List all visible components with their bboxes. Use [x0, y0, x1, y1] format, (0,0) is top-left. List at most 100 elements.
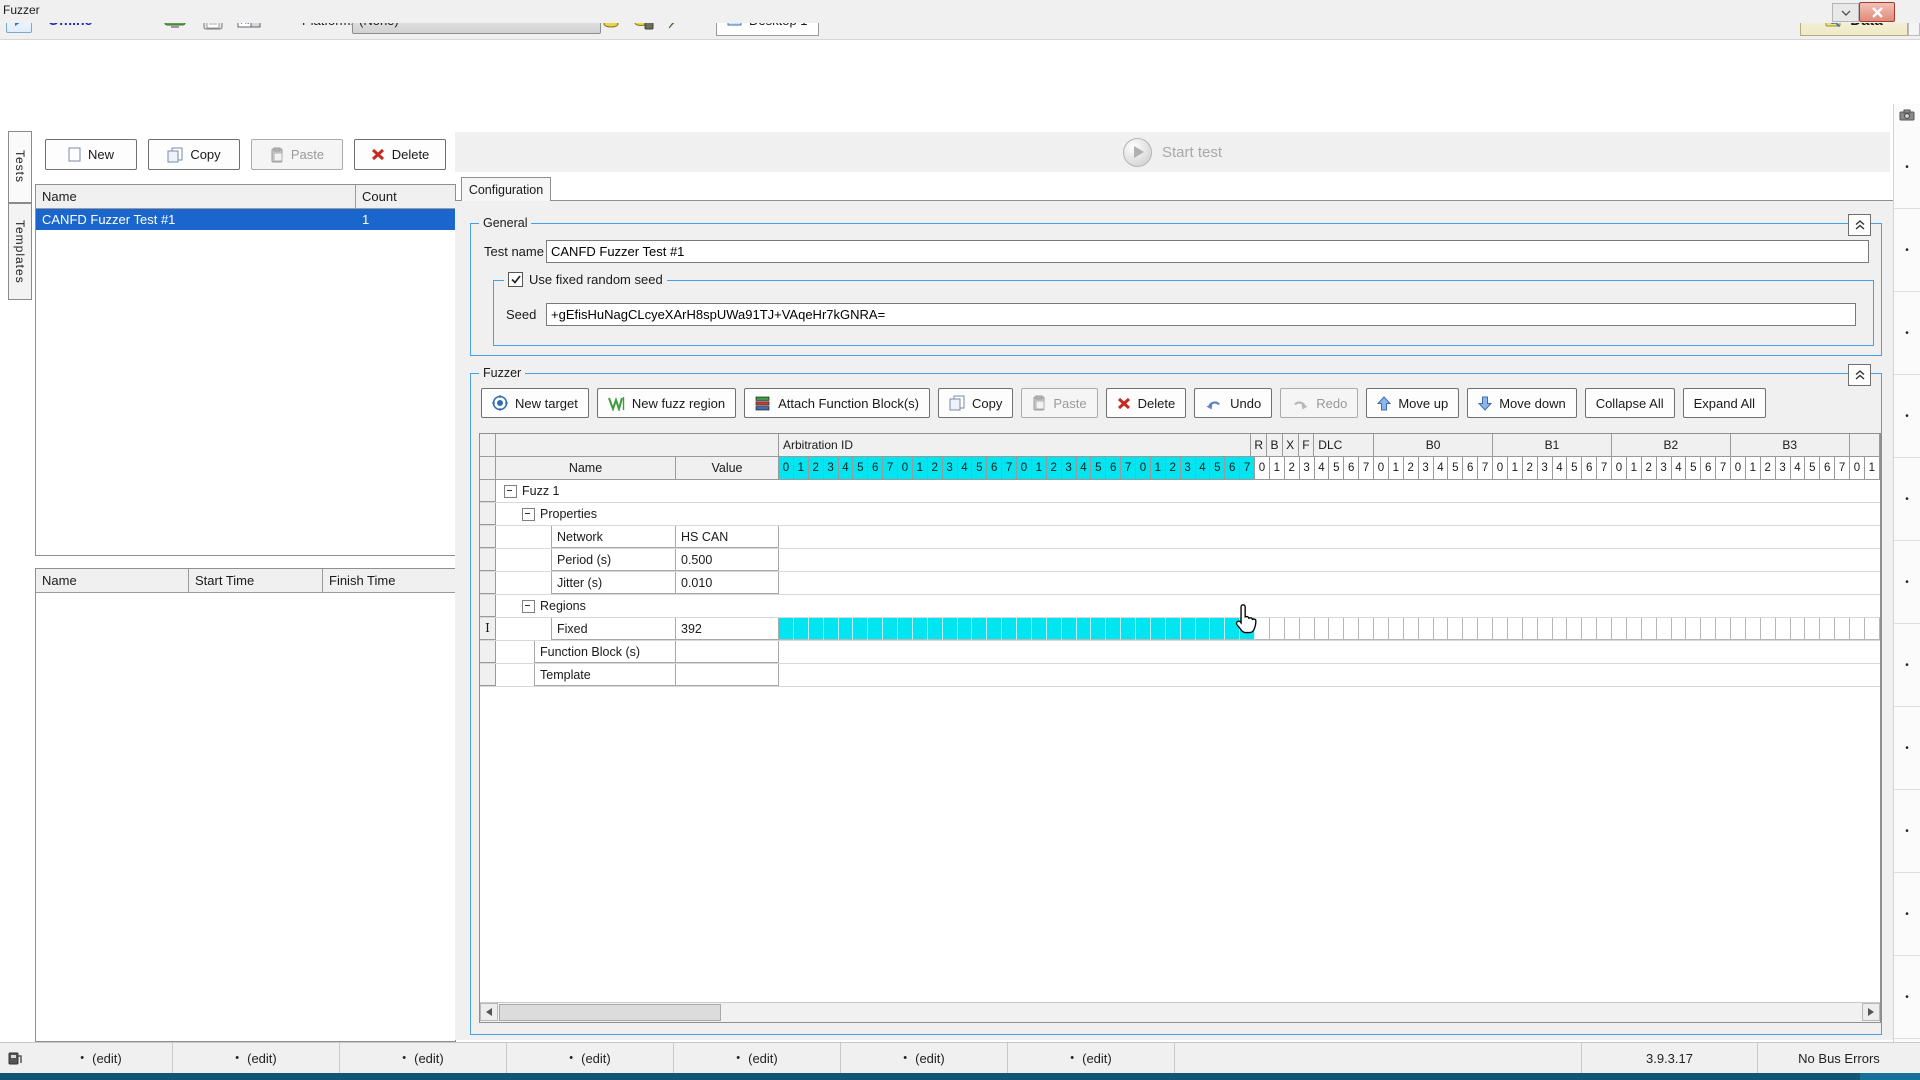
dock-strip-slot[interactable]: • — [1894, 292, 1920, 375]
bit-header-cell[interactable]: 6 — [1106, 457, 1121, 480]
fuzz-bit-cell[interactable] — [1865, 618, 1880, 640]
tree-row-template[interactable]: Template — [480, 664, 1880, 687]
bit-header-cell[interactable]: 2 — [1166, 457, 1181, 480]
bit-header-cell[interactable]: 2 — [928, 457, 943, 480]
fuzz-bit-cell-selected[interactable] — [1077, 618, 1092, 640]
start-test-button[interactable]: Start test — [455, 132, 1890, 172]
bit-header-cell[interactable]: 6 — [1820, 457, 1835, 480]
fuzz-bit-cell-selected[interactable] — [898, 618, 913, 640]
expand-all-button[interactable]: Expand All — [1683, 388, 1766, 418]
bit-header-cell[interactable]: 2 — [1047, 457, 1062, 480]
bit-header-cell[interactable]: 7 — [1597, 457, 1612, 480]
bit-group-header-b3[interactable]: B3 — [1731, 434, 1850, 457]
fuzz-bit-cell-selected[interactable] — [1017, 618, 1032, 640]
fuzz-bit-cell-selected[interactable] — [1047, 618, 1062, 640]
fuzz-bit-cell[interactable] — [1791, 618, 1806, 640]
bit-header-cell[interactable]: 1 — [1032, 457, 1047, 480]
status-edit-cell[interactable]: •(edit) — [30, 1043, 173, 1073]
fuzz-bit-cell[interactable] — [1448, 618, 1463, 640]
bit-header-cell[interactable]: 5 — [1329, 457, 1344, 480]
fuzz-bit-cell-selected[interactable] — [1151, 618, 1166, 640]
bit-header-cell[interactable]: 6 — [1344, 457, 1359, 480]
dock-strip-slot[interactable]: • — [1894, 707, 1920, 790]
fuzz-bit-cell-selected[interactable] — [928, 618, 943, 640]
move-up-button[interactable]: Move up — [1366, 388, 1459, 418]
bit-header-cell[interactable]: 5 — [972, 457, 987, 480]
fuzz-bit-cell[interactable] — [1300, 618, 1315, 640]
bit-header-cell[interactable]: 0 — [1136, 457, 1151, 480]
bit-header-cell[interactable]: 4 — [1196, 457, 1211, 480]
collapse-general-icon[interactable] — [1848, 214, 1871, 236]
bit-header-cell[interactable]: 4 — [1434, 457, 1449, 480]
new-fuzz-region-button[interactable]: New fuzz region — [597, 388, 736, 418]
status-edit-cell[interactable]: •(edit) — [507, 1043, 674, 1073]
bit-header-cell[interactable]: 3 — [1181, 457, 1196, 480]
bit-header-cell[interactable]: 3 — [1538, 457, 1553, 480]
tree-row-period-s[interactable]: Period (s)0.500 — [480, 549, 1880, 572]
fuzz-bit-cell[interactable] — [1538, 618, 1553, 640]
fuzz-bit-cell[interactable] — [1701, 618, 1716, 640]
seed-input[interactable] — [546, 303, 1856, 326]
status-edit-cell[interactable]: •(edit) — [340, 1043, 507, 1073]
bit-header-cell[interactable]: 7 — [883, 457, 898, 480]
bit-group-header-r[interactable]: R — [1251, 434, 1267, 457]
tree-row-fixed[interactable]: IFixed392 — [480, 618, 1880, 641]
bit-header-cell[interactable]: 5 — [1210, 457, 1225, 480]
bit-header-cell[interactable]: 5 — [1448, 457, 1463, 480]
dock-strip-slot[interactable]: • — [1894, 873, 1920, 956]
fuzz-bit-cell[interactable] — [1463, 618, 1478, 640]
move-down-button[interactable]: Move down — [1467, 388, 1576, 418]
fuzz-bit-cell[interactable] — [1434, 618, 1449, 640]
tests-col-name[interactable]: Name — [36, 185, 356, 209]
fuzz-bit-cell-selected[interactable] — [824, 618, 839, 640]
fuzz-bit-cell[interactable] — [1493, 618, 1508, 640]
prop-value-period-s[interactable]: 0.500 — [676, 549, 779, 571]
fuzz-bit-cell[interactable] — [1716, 618, 1731, 640]
new-button[interactable]: New — [45, 139, 137, 170]
bit-header-cell[interactable]: 1 — [794, 457, 809, 480]
paste-button[interactable]: Paste — [1021, 388, 1097, 418]
dock-strip-slot[interactable]: • — [1894, 375, 1920, 458]
fuzz-bit-cell[interactable] — [1686, 618, 1701, 640]
bit-header-cell[interactable]: 0 — [1612, 457, 1627, 480]
fuzz-bit-cell[interactable] — [1612, 618, 1627, 640]
fuzz-bit-cell[interactable] — [1523, 618, 1538, 640]
fuzz-bit-cell[interactable] — [1672, 618, 1687, 640]
collapse-all-button[interactable]: Collapse All — [1585, 388, 1675, 418]
fuzz-bit-cell-selected[interactable] — [839, 618, 854, 640]
bit-header-cell[interactable]: 7 — [1478, 457, 1493, 480]
fuzz-bit-cell-selected[interactable] — [1121, 618, 1136, 640]
tree-row-function-block-s[interactable]: Function Block (s) — [480, 641, 1880, 664]
fuzz-bit-cell[interactable] — [1627, 618, 1642, 640]
dock-strip-slot[interactable]: • — [1894, 541, 1920, 624]
fuzz-bit-cell-selected[interactable] — [1181, 618, 1196, 640]
fuzz-bit-cell-selected[interactable] — [1002, 618, 1017, 640]
bit-header-cell[interactable]: 1 — [1508, 457, 1523, 480]
bit-header-cell[interactable]: 7 — [1716, 457, 1731, 480]
status-edit-cell[interactable]: •(edit) — [841, 1043, 1008, 1073]
copy-button[interactable]: Copy — [938, 388, 1013, 418]
bit-group-header-x[interactable]: X — [1283, 434, 1299, 457]
tab-configuration[interactable]: Configuration — [461, 177, 551, 201]
bit-header-cell[interactable]: 4 — [1791, 457, 1806, 480]
dock-strip-slot[interactable]: • — [1894, 209, 1920, 292]
fuzz-bit-cell-selected[interactable] — [958, 618, 973, 640]
bit-header-cell[interactable]: 4 — [1553, 457, 1568, 480]
fuzz-bit-cell[interactable] — [1508, 618, 1523, 640]
fuzz-bit-cell-selected[interactable] — [943, 618, 958, 640]
prop-name-jitter-s[interactable]: Jitter (s) — [551, 572, 676, 594]
test-name-input[interactable] — [546, 240, 1869, 263]
fuzz-bit-cell[interactable] — [1776, 618, 1791, 640]
bit-group-header-b2[interactable]: B2 — [1612, 434, 1731, 457]
bit-header-cell[interactable]: 3 — [1062, 457, 1077, 480]
fuzz-bit-cell[interactable] — [1315, 618, 1330, 640]
bit-header-cell[interactable]: 6 — [868, 457, 883, 480]
fuzz-bit-cell[interactable] — [1746, 618, 1761, 640]
bit-header-cell[interactable]: 2 — [1285, 457, 1300, 480]
bit-header-cell[interactable]: 1 — [1270, 457, 1285, 480]
bit-header-cell[interactable]: 3 — [1776, 457, 1791, 480]
collapse-fuzzer-icon[interactable] — [1848, 364, 1871, 386]
bit-header-cell[interactable]: 4 — [958, 457, 973, 480]
fuzz-bit-cell[interactable] — [1478, 618, 1493, 640]
bit-header-cell[interactable]: 5 — [853, 457, 868, 480]
